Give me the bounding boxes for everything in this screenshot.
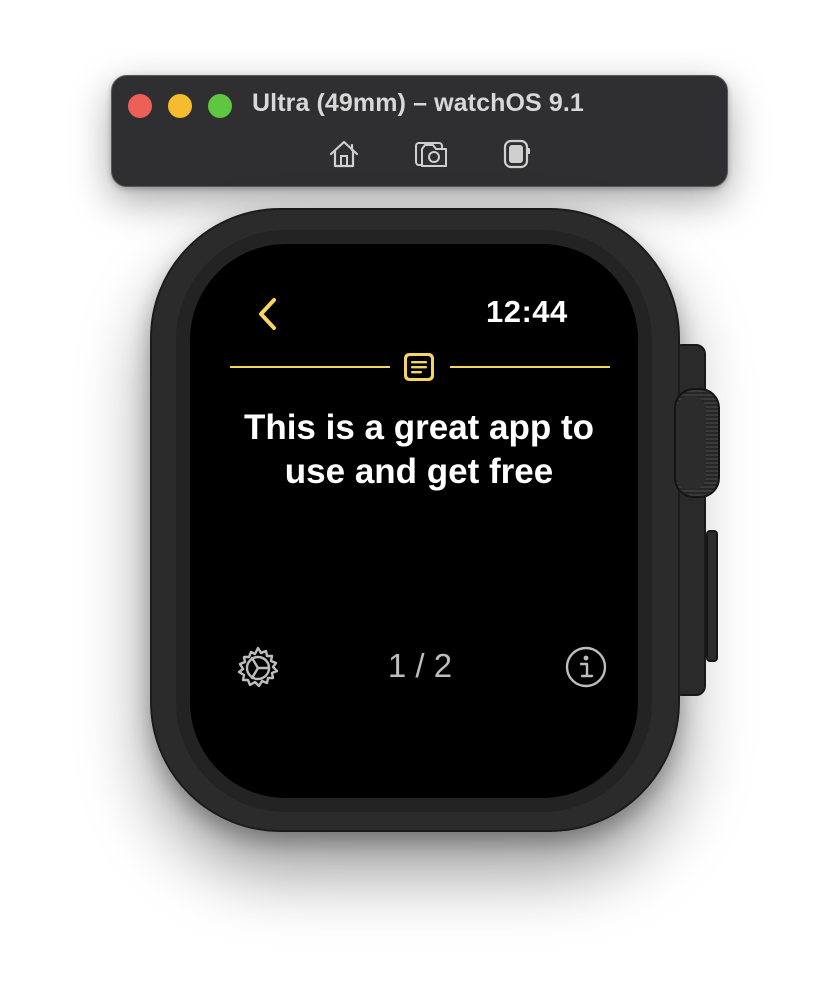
digital-crown-face [676, 396, 706, 490]
message-text: This is a great app to use and get free [243, 408, 595, 491]
home-icon [329, 140, 359, 168]
status-time: 12:44 [486, 294, 568, 329]
chevron-left-icon [259, 298, 276, 330]
rotate-device-icon [503, 139, 530, 169]
screenshot-button[interactable] [413, 136, 451, 172]
note-icon [404, 353, 434, 381]
minimize-window-button[interactable] [168, 94, 192, 118]
side-button[interactable] [706, 530, 718, 662]
watch-screen: 12:44 This is a great app to use and get… [190, 244, 638, 798]
simulator-title-bar: Ultra (49mm) – watchOS 9.1 [111, 75, 728, 187]
zoom-window-button[interactable] [208, 94, 232, 118]
rotate-device-button[interactable] [497, 136, 535, 172]
header-divider-right [450, 366, 610, 368]
simulator-stage: Ultra (49mm) – watchOS 9.1 12:44 This is… [0, 0, 840, 982]
gear-icon[interactable] [234, 644, 282, 692]
home-button[interactable] [325, 136, 363, 172]
page-indicator: 1 / 2 [387, 647, 453, 684]
simulator-title: Ultra (49mm) – watchOS 9.1 [252, 89, 584, 117]
info-icon[interactable] [564, 645, 608, 689]
back-button[interactable] [250, 294, 284, 334]
camera-icon [415, 142, 447, 167]
close-window-button[interactable] [128, 94, 152, 118]
header-divider-left [230, 366, 390, 368]
